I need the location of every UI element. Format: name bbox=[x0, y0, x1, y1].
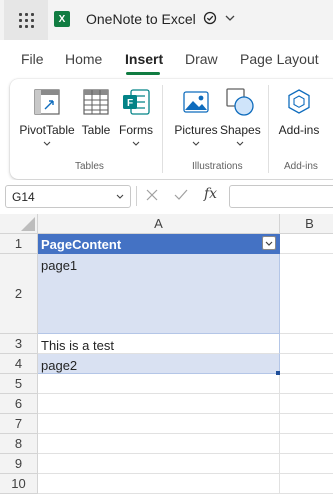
pictures-button[interactable]: Pictures bbox=[172, 87, 220, 151]
group-divider bbox=[162, 85, 163, 173]
cell-a7[interactable] bbox=[38, 414, 280, 434]
cell-a2[interactable]: page1 bbox=[38, 254, 280, 334]
cancel-icon[interactable] bbox=[146, 189, 158, 201]
row-header-1[interactable]: 1 bbox=[0, 234, 38, 254]
pivottable-button[interactable]: PivotTable bbox=[18, 87, 76, 151]
cell-b8[interactable] bbox=[280, 434, 333, 454]
cell-b7[interactable] bbox=[280, 414, 333, 434]
forms-button[interactable]: F Forms bbox=[116, 87, 156, 151]
cell-b3[interactable] bbox=[280, 334, 333, 354]
table-label: Table bbox=[81, 123, 111, 137]
chevron-down-icon bbox=[192, 141, 200, 146]
forms-label: Forms bbox=[119, 123, 153, 137]
group-divider bbox=[268, 85, 269, 173]
cell-a3[interactable]: This is a test bbox=[38, 334, 280, 354]
row-header-5[interactable]: 5 bbox=[0, 374, 38, 394]
filter-dropdown-button[interactable] bbox=[262, 236, 276, 250]
formula-bar: G14 fx bbox=[0, 180, 333, 212]
table-header-text: PageContent bbox=[41, 237, 122, 252]
chevron-down-icon bbox=[236, 141, 244, 146]
title-bar: X OneNote to Excel bbox=[0, 0, 333, 40]
row-header-7[interactable]: 7 bbox=[0, 414, 38, 434]
cell-b6[interactable] bbox=[280, 394, 333, 414]
tab-page-layout[interactable]: Page Layout bbox=[240, 51, 319, 67]
pivot-table-icon bbox=[34, 89, 60, 115]
row-header-2[interactable]: 2 bbox=[0, 254, 38, 334]
group-label-add-ins: Add-ins bbox=[284, 161, 318, 172]
enter-check-icon[interactable] bbox=[174, 189, 188, 201]
insert-function-button[interactable]: fx bbox=[204, 186, 217, 202]
tab-file[interactable]: File bbox=[21, 51, 44, 67]
row-header-9[interactable]: 9 bbox=[0, 454, 38, 474]
waffle-icon bbox=[18, 12, 34, 28]
row-header-10[interactable]: 10 bbox=[0, 474, 38, 494]
cell-a10[interactable] bbox=[38, 474, 280, 494]
svg-text:F: F bbox=[127, 98, 133, 109]
ribbon-tabs: File Home Insert Draw Page Layout bbox=[0, 40, 333, 76]
table-button[interactable]: Table bbox=[78, 87, 114, 151]
cell-a4[interactable]: page2 bbox=[38, 354, 280, 374]
row-header-6[interactable]: 6 bbox=[0, 394, 38, 414]
excel-logo-icon: X bbox=[54, 11, 70, 27]
active-tab-indicator bbox=[126, 72, 160, 75]
document-title[interactable]: OneNote to Excel bbox=[86, 11, 196, 27]
add-ins-icon bbox=[288, 89, 310, 114]
app-launcher-button[interactable] bbox=[4, 0, 48, 40]
cell-a1[interactable]: PageContent bbox=[38, 234, 280, 254]
formula-input[interactable] bbox=[229, 185, 333, 208]
cell-b2[interactable] bbox=[280, 254, 333, 334]
pivottable-label: PivotTable bbox=[19, 123, 75, 137]
table-resize-handle[interactable] bbox=[276, 371, 280, 375]
select-all-button[interactable] bbox=[0, 214, 38, 234]
name-box-value: G14 bbox=[12, 190, 35, 204]
cell-a8[interactable] bbox=[38, 434, 280, 454]
shapes-icon bbox=[226, 88, 254, 116]
chevron-down-icon bbox=[265, 241, 273, 246]
add-ins-label: Add-ins bbox=[278, 123, 320, 137]
chevron-down-icon[interactable] bbox=[116, 194, 124, 200]
tab-draw[interactable]: Draw bbox=[185, 51, 218, 67]
cell-a9[interactable] bbox=[38, 454, 280, 474]
cell-b10[interactable] bbox=[280, 474, 333, 494]
row-header-4[interactable]: 4 bbox=[0, 354, 38, 374]
worksheet-grid: A B 1 2 3 4 5 6 7 8 9 10 PageContent pag… bbox=[0, 214, 333, 500]
chevron-down-icon[interactable] bbox=[224, 12, 236, 24]
add-ins-button[interactable]: Add-ins bbox=[276, 87, 322, 151]
name-box[interactable]: G14 bbox=[5, 185, 131, 208]
pictures-icon bbox=[183, 91, 209, 113]
cell-a5[interactable] bbox=[38, 374, 280, 394]
sync-status-icon[interactable] bbox=[203, 11, 217, 25]
pictures-label: Pictures bbox=[174, 123, 218, 137]
chevron-down-icon bbox=[132, 141, 140, 146]
cell-b4[interactable] bbox=[280, 354, 333, 374]
formula-bar-divider bbox=[136, 186, 137, 206]
shapes-label: Shapes bbox=[220, 123, 261, 137]
shapes-button[interactable]: Shapes bbox=[220, 87, 261, 151]
chevron-down-icon bbox=[43, 141, 51, 146]
column-header-b[interactable]: B bbox=[280, 214, 333, 234]
row-header-3[interactable]: 3 bbox=[0, 334, 38, 354]
cell-b5[interactable] bbox=[280, 374, 333, 394]
forms-icon: F bbox=[123, 89, 150, 115]
cell-b9[interactable] bbox=[280, 454, 333, 474]
cell-a6[interactable] bbox=[38, 394, 280, 414]
cell-b1[interactable] bbox=[280, 234, 333, 254]
group-label-tables: Tables bbox=[75, 161, 104, 172]
row-header-8[interactable]: 8 bbox=[0, 434, 38, 454]
table-icon bbox=[83, 89, 109, 115]
ribbon-panel: PivotTable Table F Forms Tables Pictures bbox=[10, 79, 333, 179]
tab-home[interactable]: Home bbox=[65, 51, 102, 67]
group-label-illustrations: Illustrations bbox=[192, 161, 243, 172]
column-header-a[interactable]: A bbox=[38, 214, 280, 234]
tab-insert[interactable]: Insert bbox=[125, 51, 163, 67]
